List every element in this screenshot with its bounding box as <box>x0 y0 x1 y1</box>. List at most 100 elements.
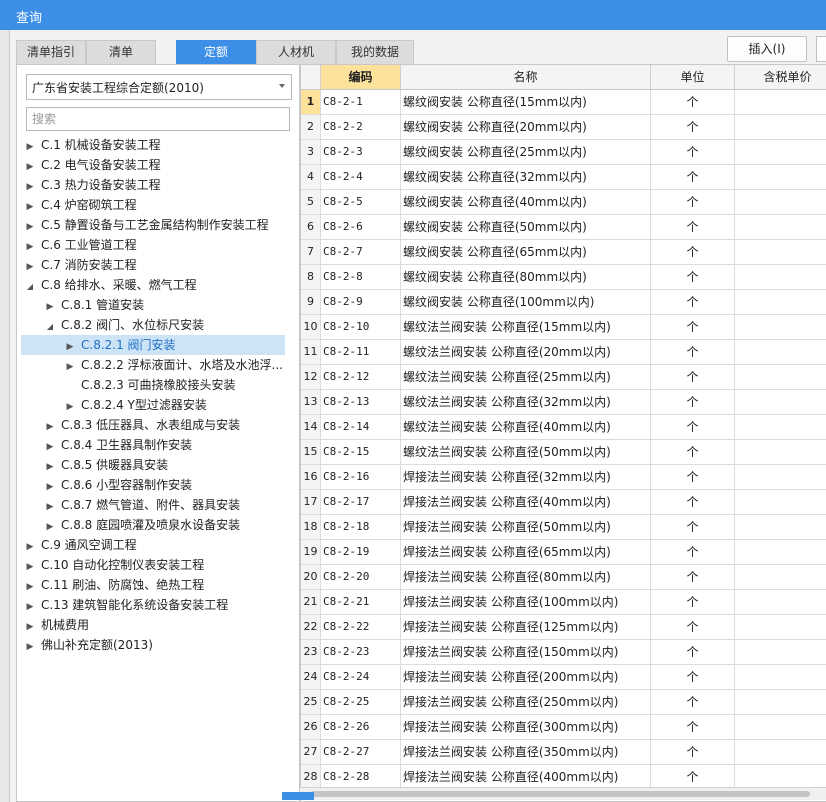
table-row[interactable]: 4 C8-2-4 螺纹阀安装 公称直径(32mm以内) 个 <box>301 165 826 190</box>
tree-node[interactable]: ▶ C.10 自动化控制仪表安装工程 <box>17 555 297 575</box>
tree-node[interactable]: ▶ C.8.1 管道安装 <box>17 295 297 315</box>
caret-right-icon[interactable]: ▶ <box>25 557 35 577</box>
table-row[interactable]: 14 C8-2-14 螺纹法兰阀安装 公称直径(40mm以内) 个 <box>301 415 826 440</box>
table-row[interactable]: 27 C8-2-27 焊接法兰阀安装 公称直径(350mm以内) 个 <box>301 740 826 765</box>
table-row[interactable]: 12 C8-2-12 螺纹法兰阀安装 公称直径(25mm以内) 个 <box>301 365 826 390</box>
table-row[interactable]: 26 C8-2-26 焊接法兰阀安装 公称直径(300mm以内) 个 <box>301 715 826 740</box>
table-row[interactable]: 23 C8-2-23 焊接法兰阀安装 公称直径(150mm以内) 个 <box>301 640 826 665</box>
table-row[interactable]: 6 C8-2-6 螺纹阀安装 公称直径(50mm以内) 个 <box>301 215 826 240</box>
table-row[interactable]: 18 C8-2-18 焊接法兰阀安装 公称直径(50mm以内) 个 <box>301 515 826 540</box>
caret-right-icon[interactable]: ▶ <box>45 497 55 517</box>
tree-node[interactable]: ▶ C.8.4 卫生器具制作安装 <box>17 435 297 455</box>
table-row[interactable]: 22 C8-2-22 焊接法兰阀安装 公称直径(125mm以内) 个 <box>301 615 826 640</box>
name-cell: 焊接法兰阀安装 公称直径(200mm以内) <box>401 665 651 689</box>
table-row[interactable]: 13 C8-2-13 螺纹法兰阀安装 公称直径(32mm以内) 个 <box>301 390 826 415</box>
tree-node[interactable]: ▶ C.3 热力设备安装工程 <box>17 175 297 195</box>
caret-right-icon[interactable]: ▶ <box>65 337 75 357</box>
caret-right-icon[interactable]: ▶ <box>65 357 75 377</box>
caret-right-icon[interactable]: ▶ <box>25 217 35 237</box>
tree-node[interactable]: ▶ C.1 机械设备安装工程 <box>17 135 297 155</box>
table-row[interactable]: 9 C8-2-9 螺纹阀安装 公称直径(100mm以内) 个 <box>301 290 826 315</box>
caret-right-icon[interactable]: ▶ <box>45 417 55 437</box>
table-row[interactable]: 24 C8-2-24 焊接法兰阀安装 公称直径(200mm以内) 个 <box>301 665 826 690</box>
tree-node[interactable]: ◢ C.8 给排水、采暖、燃气工程 <box>17 275 297 295</box>
caret-right-icon[interactable]: ▶ <box>25 637 35 657</box>
caret-right-icon[interactable]: ▶ <box>25 137 35 157</box>
column-header-price[interactable]: 含税单价 <box>735 65 826 89</box>
caret-down-icon[interactable]: ◢ <box>45 317 55 337</box>
caret-right-icon[interactable]: ▶ <box>45 297 55 317</box>
code-cell: C8-2-16 <box>321 465 401 489</box>
table-row[interactable]: 7 C8-2-7 螺纹阀安装 公称直径(65mm以内) 个 <box>301 240 826 265</box>
tree-node[interactable]: ▶ 佛山补充定额(2013) <box>17 635 297 655</box>
tree-node[interactable]: ▶ C.8.5 供暖器具安装 <box>17 455 297 475</box>
tree-node[interactable]: ▶ C.8.7 燃气管道、附件、器具安装 <box>17 495 297 515</box>
caret-right-icon[interactable]: ▶ <box>65 397 75 417</box>
tab-quota[interactable]: 定额 <box>176 40 256 65</box>
tab-bill[interactable]: 清单 <box>86 40 156 65</box>
unit-cell: 个 <box>651 765 735 789</box>
column-header-name[interactable]: 名称 <box>401 65 651 89</box>
caret-down-icon[interactable]: ◢ <box>25 277 35 297</box>
splitter-grip[interactable] <box>282 792 314 800</box>
price-cell <box>735 315 826 339</box>
tree-node[interactable]: ▶ C.8.2.2 浮标液面计、水塔及水池浮... <box>17 355 297 375</box>
tree-node[interactable]: ▶ C.11 刷油、防腐蚀、绝热工程 <box>17 575 297 595</box>
tab-labor-material[interactable]: 人材机 <box>256 40 336 65</box>
table-row[interactable]: 20 C8-2-20 焊接法兰阀安装 公称直径(80mm以内) 个 <box>301 565 826 590</box>
tree-node[interactable]: ▶ 机械费用 <box>17 615 297 635</box>
tree-node[interactable]: ▶ C.6 工业管道工程 <box>17 235 297 255</box>
row-number: 24 <box>301 665 321 689</box>
tree-node-label: C.8.2.4 Y型过滤器安装 <box>81 398 207 412</box>
tree-node[interactable]: ▶ C.7 消防安装工程 <box>17 255 297 275</box>
tree-node[interactable]: C.8.2.3 可曲挠橡胶接头安装 <box>17 375 297 395</box>
caret-right-icon[interactable]: ▶ <box>25 197 35 217</box>
scrollbar-thumb[interactable] <box>310 791 810 797</box>
caret-right-icon[interactable]: ▶ <box>45 457 55 477</box>
tree-node[interactable]: ▶ C.9 通风空调工程 <box>17 535 297 555</box>
tab-my-data[interactable]: 我的数据 <box>336 40 414 65</box>
tree-node[interactable]: ▶ C.8.2.4 Y型过滤器安装 <box>17 395 297 415</box>
table-row[interactable]: 19 C8-2-19 焊接法兰阀安装 公称直径(65mm以内) 个 <box>301 540 826 565</box>
caret-right-icon[interactable]: ▶ <box>45 517 55 537</box>
caret-right-icon[interactable]: ▶ <box>25 177 35 197</box>
caret-right-icon[interactable]: ▶ <box>25 597 35 617</box>
column-header-code[interactable]: 编码 <box>321 65 401 89</box>
table-row[interactable]: 3 C8-2-3 螺纹阀安装 公称直径(25mm以内) 个 <box>301 140 826 165</box>
tree-node[interactable]: ◢ C.8.2 阀门、水位标尺安装 <box>17 315 297 335</box>
caret-right-icon[interactable]: ▶ <box>25 537 35 557</box>
caret-right-icon[interactable]: ▶ <box>25 257 35 277</box>
caret-right-icon[interactable]: ▶ <box>25 617 35 637</box>
table-row[interactable]: 21 C8-2-21 焊接法兰阀安装 公称直径(100mm以内) 个 <box>301 590 826 615</box>
tab-guide[interactable]: 清单指引 <box>16 40 86 65</box>
caret-right-icon[interactable]: ▶ <box>45 437 55 457</box>
table-row[interactable]: 5 C8-2-5 螺纹阀安装 公称直径(40mm以内) 个 <box>301 190 826 215</box>
tree-node[interactable]: ▶ C.5 静置设备与工艺金属结构制作安装工程 <box>17 215 297 235</box>
column-header-unit[interactable]: 单位 <box>651 65 735 89</box>
table-row[interactable]: 2 C8-2-2 螺纹阀安装 公称直径(20mm以内) 个 <box>301 115 826 140</box>
caret-right-icon[interactable]: ▶ <box>25 237 35 257</box>
table-row[interactable]: 25 C8-2-25 焊接法兰阀安装 公称直径(250mm以内) 个 <box>301 690 826 715</box>
library-select[interactable]: 广东省安装工程综合定额(2010) <box>26 74 292 100</box>
caret-right-icon[interactable]: ▶ <box>25 577 35 597</box>
more-button[interactable] <box>816 36 826 62</box>
tree-node[interactable]: ▶ C.13 建筑智能化系统设备安装工程 <box>17 595 297 615</box>
tree-node[interactable]: ▶ C.2 电气设备安装工程 <box>17 155 297 175</box>
insert-button[interactable]: 插入(I) <box>727 36 807 62</box>
search-input[interactable] <box>26 107 290 131</box>
table-row[interactable]: 17 C8-2-17 焊接法兰阀安装 公称直径(40mm以内) 个 <box>301 490 826 515</box>
tree-node[interactable]: ▶ C.4 炉窑砌筑工程 <box>17 195 297 215</box>
horizontal-scrollbar[interactable] <box>300 787 826 800</box>
table-row[interactable]: 1 C8-2-1 螺纹阀安装 公称直径(15mm以内) 个 <box>301 90 826 115</box>
tree-node[interactable]: ▶ C.8.6 小型容器制作安装 <box>17 475 297 495</box>
table-row[interactable]: 16 C8-2-16 焊接法兰阀安装 公称直径(32mm以内) 个 <box>301 465 826 490</box>
table-row[interactable]: 8 C8-2-8 螺纹阀安装 公称直径(80mm以内) 个 <box>301 265 826 290</box>
caret-right-icon[interactable]: ▶ <box>45 477 55 497</box>
table-row[interactable]: 10 C8-2-10 螺纹法兰阀安装 公称直径(15mm以内) 个 <box>301 315 826 340</box>
tree-node[interactable]: ▶ C.8.3 低压器具、水表组成与安装 <box>17 415 297 435</box>
tree-node[interactable]: ▶ C.8.2.1 阀门安装 <box>21 335 285 355</box>
table-row[interactable]: 11 C8-2-11 螺纹法兰阀安装 公称直径(20mm以内) 个 <box>301 340 826 365</box>
caret-right-icon[interactable]: ▶ <box>25 157 35 177</box>
table-row[interactable]: 15 C8-2-15 螺纹法兰阀安装 公称直径(50mm以内) 个 <box>301 440 826 465</box>
tree-node[interactable]: ▶ C.8.8 庭园喷灌及喷泉水设备安装 <box>17 515 297 535</box>
